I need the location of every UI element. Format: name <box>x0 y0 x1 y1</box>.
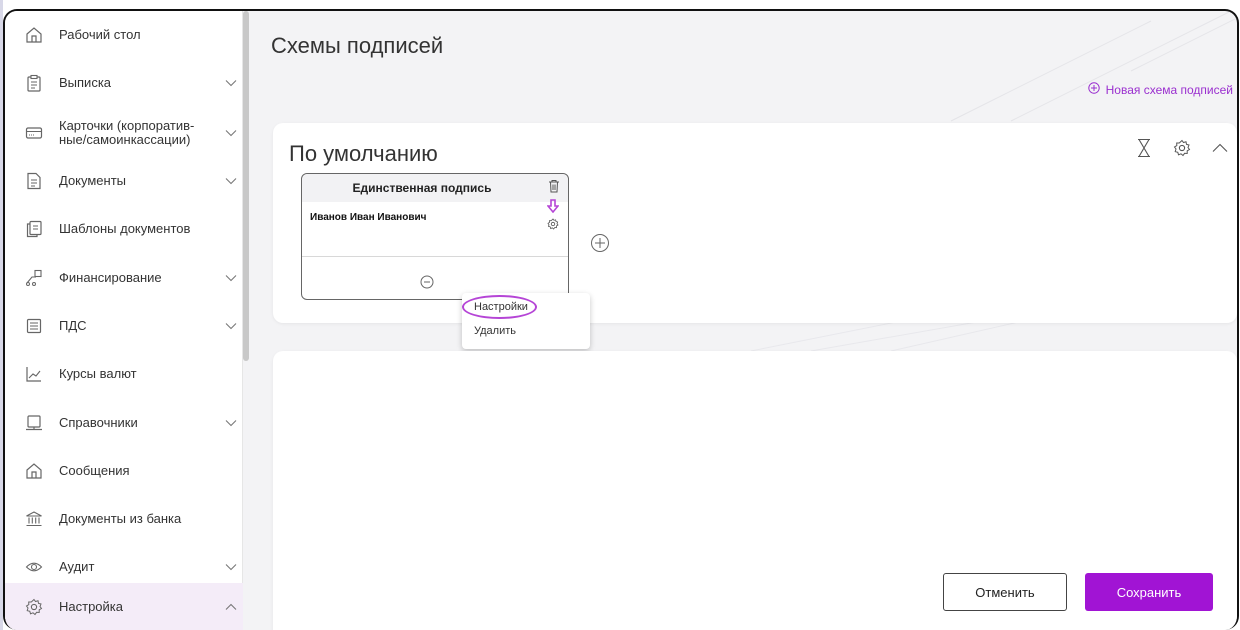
chevron-down-icon <box>224 416 238 430</box>
scheme-card-title: По умолчанию <box>289 141 438 166</box>
chevron-down-icon <box>224 174 238 188</box>
sidebar: Рабочий стол Выписка Карточки (корпорати… <box>5 11 243 630</box>
sidebar-item-label: Документы из банка <box>59 511 182 526</box>
gear-icon[interactable] <box>547 217 559 235</box>
financing-icon <box>24 268 44 288</box>
clipboard-icon <box>24 73 44 93</box>
chevron-down-icon <box>224 76 238 90</box>
sidebar-item-label: Документы <box>59 173 127 188</box>
sidebar-item-label: Шаблоны документов <box>59 221 191 236</box>
sidebar-item-label: Сообщения <box>59 463 130 478</box>
new-scheme-link[interactable]: Новая схема подписей <box>1087 82 1233 97</box>
sidebar-item-label: Карточки (корпоратив- ные/самоинкассации… <box>59 118 195 147</box>
signature-block: Единственная подпись Иванов Иван Иванови… <box>301 173 590 349</box>
sidebar-item-currency-rates[interactable]: Курсы валют <box>5 350 243 398</box>
gear-icon <box>24 597 44 617</box>
trash-icon[interactable] <box>548 179 560 198</box>
directory-icon <box>24 413 44 433</box>
menu-item-settings[interactable]: Настройки <box>474 301 528 313</box>
chevron-down-icon <box>224 560 238 574</box>
chevron-down-icon <box>224 319 238 333</box>
sidebar-item-label: Рабочий стол <box>59 27 141 42</box>
sidebar-item-financing[interactable]: Финансирование <box>5 254 243 302</box>
new-scheme-label: Новая схема подписей <box>1105 82 1233 97</box>
sidebar-item-documents[interactable]: Документы <box>5 157 243 205</box>
page-title: Схемы подписей <box>271 33 444 58</box>
plus-circle-icon <box>1087 82 1100 97</box>
sidebar-item-bank-documents[interactable]: Документы из банка <box>5 495 243 543</box>
sidebar-item-label: Справочники <box>59 415 138 430</box>
cancel-button[interactable]: Отменить <box>943 573 1067 611</box>
gear-icon[interactable] <box>1171 137 1193 159</box>
sidebar-item-label: Настройка <box>59 599 123 614</box>
chevron-up-icon <box>224 600 238 614</box>
main-content: Схемы подписей Новая схема подписей По у… <box>251 11 1237 630</box>
save-button[interactable]: Сохранить <box>1085 573 1213 611</box>
templates-icon <box>24 219 44 239</box>
sidebar-item-directories[interactable]: Справочники <box>5 399 243 447</box>
signature-title: Единственная подпись <box>352 181 492 195</box>
sidebar-item-settings[interactable]: Настройка <box>5 583 243 630</box>
arrow-down-icon <box>546 199 560 218</box>
document-icon <box>24 171 44 191</box>
sidebar-scrollbar[interactable] <box>243 11 249 361</box>
scheme-card-toolbar <box>1133 137 1231 159</box>
signer-name: Иванов Иван Иванович <box>310 212 427 223</box>
chart-icon <box>24 364 44 384</box>
sidebar-item-cards[interactable]: Карточки (корпоратив- ные/самоинкассации… <box>5 107 243 159</box>
sidebar-item-pds[interactable]: ПДС <box>5 302 243 350</box>
sidebar-item-desktop[interactable]: Рабочий стол <box>5 11 243 59</box>
divider <box>302 256 568 257</box>
actions-panel: Отменить Сохранить <box>273 351 1237 630</box>
chevron-down-icon <box>224 271 238 285</box>
sidebar-item-messages[interactable]: Сообщения <box>5 447 243 495</box>
sidebar-item-label: Выписка <box>59 75 112 90</box>
scheme-card: По умолчанию Единственная подпись Иванов… <box>273 123 1237 349</box>
app-window: Рабочий стол Выписка Карточки (корпорати… <box>3 9 1239 630</box>
sidebar-item-label: Аудит <box>59 559 95 574</box>
home-icon <box>24 461 44 481</box>
minus-circle-icon[interactable] <box>420 275 434 294</box>
bank-icon <box>24 509 44 529</box>
card-icon <box>24 123 44 143</box>
eye-icon <box>24 557 44 577</box>
hourglass-icon[interactable] <box>1133 137 1155 159</box>
sidebar-item-templates[interactable]: Шаблоны документов <box>5 205 243 253</box>
sidebar-item-label: ПДС <box>59 318 87 333</box>
chevron-down-icon <box>224 126 238 140</box>
sidebar-item-label: Финансирование <box>59 270 162 285</box>
context-menu: Настройки Удалить <box>462 293 590 349</box>
sidebar-item-statement[interactable]: Выписка <box>5 59 243 107</box>
sidebar-item-label: Курсы валют <box>59 366 137 381</box>
pds-icon <box>24 316 44 336</box>
home-icon <box>24 25 44 45</box>
chevron-up-icon[interactable] <box>1209 137 1231 159</box>
menu-item-delete[interactable]: Удалить <box>474 325 516 337</box>
add-signature-icon[interactable] <box>590 233 610 258</box>
